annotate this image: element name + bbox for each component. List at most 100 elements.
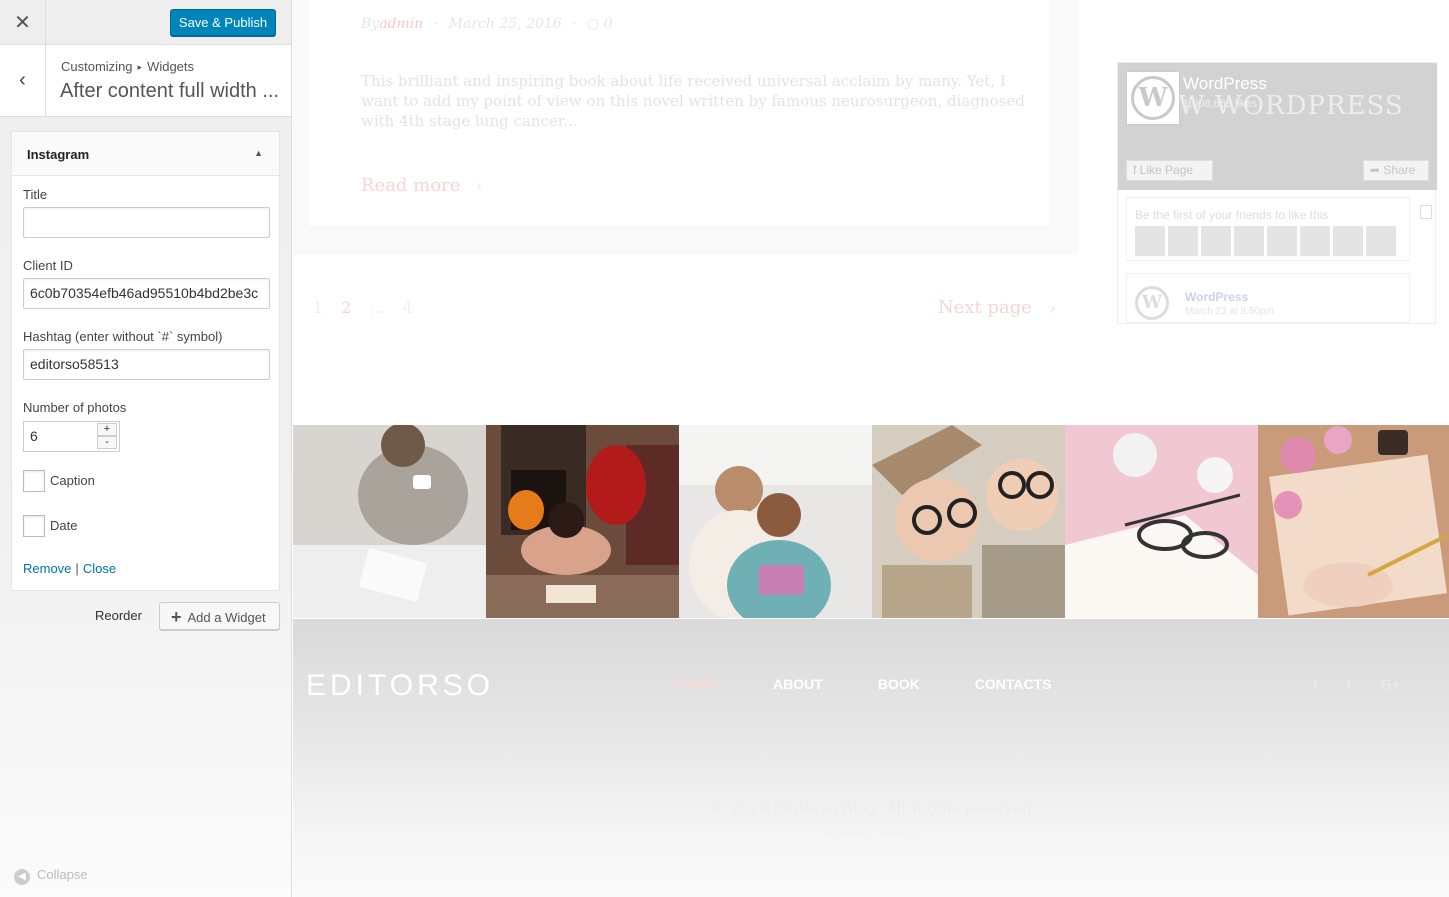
title-input[interactable] (23, 207, 270, 238)
instagram-photo[interactable] (1065, 425, 1258, 618)
social-links: f t G+ (1313, 676, 1430, 692)
wordpress-icon: W (1135, 286, 1169, 320)
like-page-button[interactable]: f Like Page (1126, 160, 1213, 181)
fb-post-date: March 23 at 8:50pm (1185, 306, 1274, 317)
widget-title: Instagram (27, 147, 90, 162)
google-plus-icon[interactable]: G+ (1381, 676, 1400, 692)
back-button[interactable]: ‹ (0, 45, 46, 116)
section-header: ‹ Customizing ▸ Widgets After content full… (0, 45, 291, 117)
site-preview: Byadmin · March 25, 2016 · ○ 0 This bril… (293, 0, 1449, 897)
pagination: 1 2... 4 (313, 298, 431, 317)
photos-number-input[interactable]: 6 + - (23, 421, 120, 452)
instagram-widget: Instagram ▲ Title Client ID 6c0b70354efb… (11, 131, 280, 591)
breadcrumb: Customizing ▸ Widgets (61, 59, 194, 74)
meta-by: By (361, 16, 380, 32)
hashtag-label: Hashtag (enter without `#` symbol) (23, 329, 223, 344)
share-icon: ➦ (1370, 163, 1384, 177)
avatar[interactable] (1366, 226, 1396, 256)
site-logo[interactable]: EDITORSO (306, 669, 494, 703)
collapse-arrow-icon[interactable]: ▲ (254, 148, 263, 158)
page-2[interactable]: 2 (341, 298, 351, 317)
copyright: © 2016 Editorso Blog. All Rights reserve… (710, 799, 1032, 817)
fb-post: W WordPress March 23 at 8:50pm (1126, 273, 1410, 323)
close-customizer-button[interactable]: ✕ (0, 0, 46, 45)
fb-friend-avatars (1135, 226, 1399, 256)
date-checkbox[interactable] (23, 515, 45, 537)
privacy-policy-link[interactable]: Privacy Policy (293, 826, 1449, 841)
date-label: Date (50, 518, 78, 533)
avatar[interactable] (1135, 226, 1165, 256)
facebook-cover: W WORDPRESS W WordPress 1,008,668 likes … (1118, 63, 1437, 190)
facebook-page-widget: W WORDPRESS W WordPress 1,008,668 likes … (1117, 62, 1437, 324)
site-footer: EDITORSO HOME ABOUT BOOK CONTACTS f t G+ © 20… (293, 619, 1449, 897)
facebook-icon[interactable]: f (1313, 676, 1317, 692)
increment-button[interactable]: + (97, 423, 117, 436)
wordpress-logo[interactable]: W (1126, 71, 1180, 125)
caption-checkbox[interactable] (23, 470, 45, 492)
collapse-label: Collapse (37, 867, 88, 882)
read-more-link[interactable]: Read more › (361, 175, 482, 196)
comment-icon: ○ (587, 16, 600, 32)
close-link[interactable]: Close (83, 561, 116, 576)
page-ellipsis: ... (369, 298, 385, 317)
add-widget-button[interactable]: + Add a Widget (159, 602, 280, 630)
reorder-link[interactable]: Reorder (95, 608, 142, 623)
page-4[interactable]: 4 (403, 298, 413, 317)
page-1[interactable]: 1 (313, 298, 323, 317)
section-title: After content full width ... (60, 80, 279, 102)
share-button[interactable]: ➦ Share (1363, 160, 1429, 181)
post-date: March 25, 2016 (448, 16, 562, 32)
collapse-button[interactable]: ◀ Collapse (14, 867, 88, 885)
decrement-button[interactable]: - (97, 436, 117, 449)
instagram-photo[interactable] (293, 425, 486, 618)
avatar[interactable] (1333, 226, 1363, 256)
save-publish-button[interactable]: Save & Publish (170, 9, 276, 36)
fb-page-name[interactable]: WordPress (1183, 74, 1267, 94)
breadcrumb-customizing: Customizing (61, 59, 133, 74)
widget-header[interactable]: Instagram ▲ (12, 132, 279, 176)
remove-link[interactable]: Remove (23, 561, 71, 576)
chevron-right-icon: › (1049, 301, 1056, 317)
fb-likes-count: 1,008,668 likes (1183, 98, 1257, 110)
twitter-icon[interactable]: t (1347, 676, 1351, 692)
fb-post-author[interactable]: WordPress (1185, 290, 1248, 304)
avatar[interactable] (1267, 226, 1297, 256)
collapse-arrow-icon: ◀ (14, 869, 30, 885)
instagram-photo[interactable] (679, 425, 872, 618)
fb-friends-text: Be the first of your friends to like thi… (1135, 208, 1329, 222)
avatar[interactable] (1234, 226, 1264, 256)
breadcrumb-widgets: Widgets (147, 59, 195, 74)
fb-scrollbar[interactable] (1419, 193, 1433, 323)
chevron-left-icon: ‹ (19, 69, 26, 91)
avatar[interactable] (1201, 226, 1231, 256)
instagram-photo[interactable] (486, 425, 679, 618)
customizer-header: ✕ Save & Publish (0, 0, 291, 45)
facebook-icon: f (1133, 163, 1140, 177)
wordpress-icon: W (1131, 76, 1175, 120)
widget-actions: Remove | Close (23, 561, 117, 576)
chevron-right-icon: › (476, 179, 482, 195)
avatar[interactable] (1168, 226, 1198, 256)
photos-label: Number of photos (23, 400, 127, 415)
nav-about[interactable]: ABOUT (773, 676, 823, 692)
post-area: Byadmin · March 25, 2016 · ○ 0 This bril… (293, 0, 1078, 255)
next-page-link[interactable]: Next page › (938, 297, 1056, 318)
breadcrumb-arrow-icon: ▸ (137, 62, 143, 72)
footer-nav: HOME ABOUT BOOK CONTACTS (676, 676, 1107, 692)
plus-icon: + (171, 607, 182, 627)
add-widget-label: Add a Widget (187, 610, 266, 625)
scrollbar-thumb[interactable] (1420, 205, 1432, 219)
nav-home[interactable]: HOME (676, 676, 718, 692)
avatar[interactable] (1300, 226, 1330, 256)
post-meta: Byadmin · March 25, 2016 · ○ 0 (361, 16, 613, 32)
close-icon: ✕ (14, 12, 31, 34)
client-id-input[interactable]: 6c0b70354efb46ad95510b4bd2be3c (23, 278, 270, 309)
nav-contacts[interactable]: CONTACTS (975, 676, 1052, 692)
instagram-photo[interactable] (872, 425, 1065, 618)
author-link[interactable]: admin (379, 16, 423, 32)
instagram-photo[interactable] (1258, 425, 1449, 618)
hashtag-input[interactable]: editorso58513 (23, 349, 270, 380)
comment-count[interactable]: 0 (604, 16, 613, 32)
nav-book[interactable]: BOOK (878, 676, 920, 692)
photos-value: 6 (30, 428, 38, 444)
